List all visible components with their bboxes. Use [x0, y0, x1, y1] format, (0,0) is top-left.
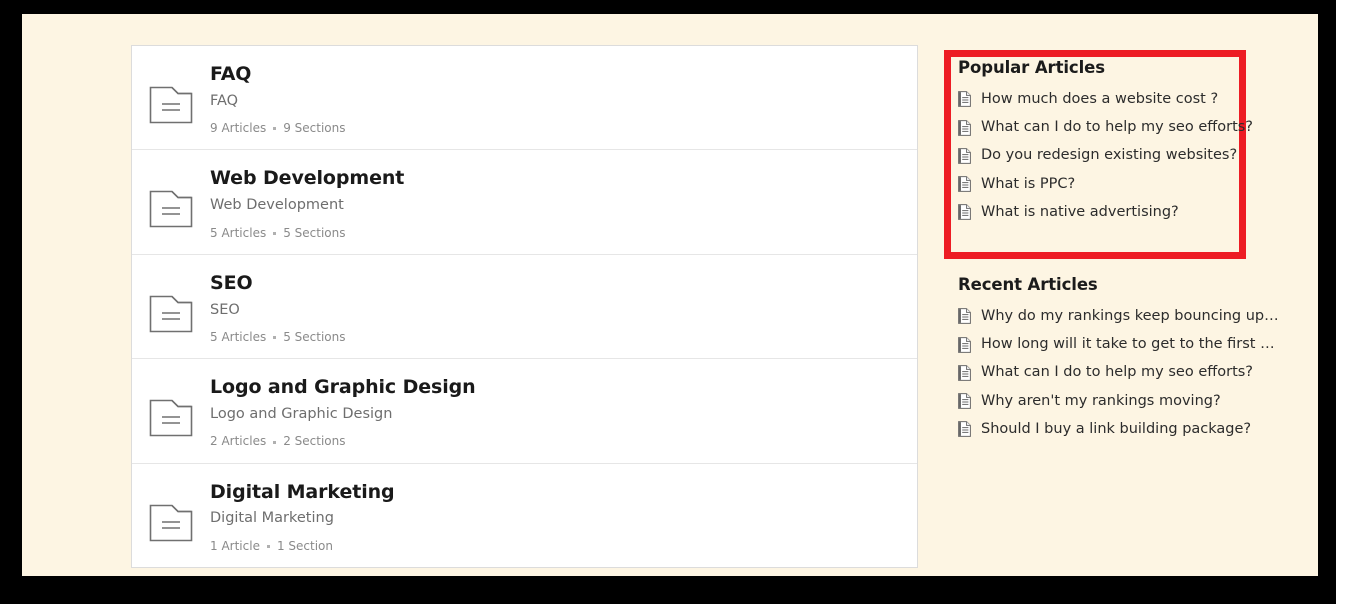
- list-item[interactable]: Why aren't my rankings moving?: [958, 393, 1278, 410]
- category-description: FAQ: [210, 92, 239, 109]
- category-article-count: 1 Article: [210, 538, 260, 553]
- list-item[interactable]: How long will it take to get to the firs…: [958, 336, 1278, 353]
- popular-article-link[interactable]: What can I do to help my seo efforts?: [981, 119, 1253, 136]
- list-item[interactable]: Why do my rankings keep bouncing up…: [958, 308, 1279, 325]
- category-title: SEO: [210, 271, 253, 294]
- document-icon: [958, 308, 971, 325]
- list-item[interactable]: What can I do to help my seo efforts?: [958, 364, 1278, 381]
- list-item[interactable]: What is native advertising?: [958, 204, 1248, 221]
- category-article-count: 5 Articles: [210, 330, 267, 345]
- recent-articles-section: Recent Articles Why do my rankings keep …: [958, 275, 1279, 438]
- folder-icon: [132, 273, 210, 333]
- popular-article-link[interactable]: Do you redesign existing websites?: [981, 147, 1237, 164]
- popular-articles-heading: Popular Articles: [958, 58, 1105, 77]
- popular-articles-section: Popular Articles How much does a website…: [958, 58, 1253, 221]
- category-meta: 1 Article 1 Section: [210, 538, 901, 553]
- category-meta: 2 Articles 2 Sections: [210, 435, 901, 448]
- category-title: Digital Marketing: [210, 480, 395, 503]
- meta-separator-dot: [273, 231, 277, 235]
- page-background: FAQ FAQ 9 Articles 9 Sections Web Develo…: [22, 14, 1318, 576]
- category-body: Logo and Graphic Design Logo and Graphic…: [210, 376, 917, 448]
- document-icon: [958, 204, 971, 220]
- document-icon: [958, 392, 971, 409]
- category-body: Web Development Web Development 5 Articl…: [210, 167, 917, 240]
- category-title: Web Development: [210, 167, 405, 190]
- list-item[interactable]: How much does a website cost ?: [958, 91, 1248, 108]
- category-title: FAQ: [210, 63, 252, 85]
- category-section-count: 5 Sections: [283, 330, 346, 345]
- category-description: Web Development: [210, 197, 344, 214]
- document-icon: [958, 175, 971, 192]
- category-meta: 5 Articles 5 Sections: [210, 330, 901, 345]
- category-article-count: 5 Articles: [210, 225, 267, 240]
- list-item[interactable]: Should I buy a link building package?: [958, 421, 1278, 438]
- category-section-count: 2 Sections: [283, 434, 346, 449]
- list-item[interactable]: What can I do to help my seo efforts?: [958, 119, 1253, 136]
- category-title: Logo and Graphic Design: [210, 376, 476, 399]
- category-row[interactable]: Logo and Graphic Design Logo and Graphic…: [132, 359, 917, 464]
- popular-article-link[interactable]: What is native advertising?: [981, 204, 1179, 221]
- category-section-count: 9 Sections: [283, 121, 346, 136]
- category-body: Digital Marketing Digital Marketing 1 Ar…: [210, 480, 917, 553]
- document-icon: [958, 147, 971, 164]
- category-row[interactable]: Digital Marketing Digital Marketing 1 Ar…: [132, 464, 917, 568]
- popular-article-link[interactable]: How much does a website cost ?: [981, 91, 1218, 108]
- meta-separator-dot: [273, 440, 277, 444]
- category-description: SEO: [210, 301, 240, 318]
- category-description: Logo and Graphic Design: [210, 406, 393, 423]
- category-description: Digital Marketing: [210, 510, 334, 527]
- document-icon: [958, 119, 971, 136]
- folder-icon: [132, 482, 210, 542]
- category-body: FAQ FAQ 9 Articles 9 Sections: [210, 63, 917, 135]
- category-article-count: 9 Articles: [210, 121, 267, 136]
- recent-article-link[interactable]: How long will it take to get to the firs…: [981, 336, 1275, 353]
- folder-icon: [132, 64, 210, 124]
- meta-separator-dot: [266, 544, 270, 548]
- recent-articles-heading: Recent Articles: [958, 275, 1098, 294]
- document-icon: [958, 364, 971, 381]
- category-meta: 5 Articles 5 Sections: [210, 225, 901, 240]
- recent-article-link[interactable]: Should I buy a link building package?: [981, 421, 1251, 438]
- screenshot-frame: FAQ FAQ 9 Articles 9 Sections Web Develo…: [0, 0, 1336, 604]
- category-row[interactable]: SEO SEO 5 Articles 5 Sections: [132, 255, 917, 360]
- folder-icon: [132, 377, 210, 437]
- recent-article-link[interactable]: What can I do to help my seo efforts?: [981, 364, 1253, 381]
- category-section-count: 5 Sections: [283, 225, 346, 240]
- list-item[interactable]: Do you redesign existing websites?: [958, 147, 1248, 164]
- document-icon: [958, 336, 971, 353]
- category-article-count: 2 Articles: [210, 434, 267, 449]
- category-section-count: 1 Section: [276, 538, 333, 553]
- popular-article-link[interactable]: What is PPC?: [981, 176, 1075, 193]
- recent-article-link[interactable]: Why aren't my rankings moving?: [981, 393, 1221, 410]
- category-row[interactable]: FAQ FAQ 9 Articles 9 Sections: [132, 46, 917, 151]
- category-meta: 9 Articles 9 Sections: [210, 122, 901, 135]
- folder-icon: [132, 168, 210, 228]
- popular-articles-list: How much does a website cost ? What can …: [958, 91, 1253, 221]
- list-item[interactable]: What is PPC?: [958, 176, 1248, 193]
- recent-article-link[interactable]: Why do my rankings keep bouncing up…: [981, 308, 1279, 325]
- category-row[interactable]: Web Development Web Development 5 Articl…: [132, 150, 917, 255]
- category-list-card: FAQ FAQ 9 Articles 9 Sections Web Develo…: [131, 45, 918, 568]
- meta-separator-dot: [273, 127, 277, 131]
- meta-separator-dot: [273, 336, 277, 340]
- document-icon: [958, 421, 971, 437]
- document-icon: [958, 91, 971, 108]
- recent-articles-list: Why do my rankings keep bouncing up… How…: [958, 308, 1279, 438]
- category-body: SEO SEO 5 Articles 5 Sections: [210, 271, 917, 345]
